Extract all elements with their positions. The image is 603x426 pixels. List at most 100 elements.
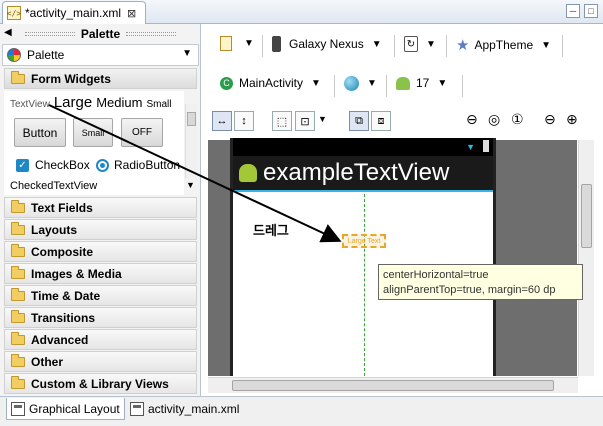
chevron-down-icon: ▼ (367, 78, 377, 89)
checkbox-icon: ✓ (16, 158, 29, 172)
category-other[interactable]: Other (4, 351, 197, 372)
checkbox-label: CheckBox (35, 158, 90, 172)
toggle-layout-button[interactable]: ⧉ (349, 111, 369, 131)
tooltip-line-2: alignParentTop=true, margin=60 dp (383, 284, 556, 296)
toggle-overlay-button[interactable]: ⧈ (371, 111, 391, 131)
folder-icon (11, 265, 25, 279)
gravity-button[interactable]: ⊡ (295, 111, 315, 131)
category-label: Transitions (31, 310, 96, 325)
zoom-fit-icon[interactable]: ⊖ (466, 111, 478, 128)
device-action-bar: exampleTextView (233, 156, 493, 192)
category-label: Custom & Library Views (31, 376, 169, 391)
overlay-icon: ⧈ (377, 114, 385, 127)
palette-large-text[interactable]: Large (54, 94, 92, 111)
android-icon (396, 76, 410, 90)
category-label: Images & Media (31, 266, 122, 281)
category-text-fields[interactable]: Text Fields (4, 197, 197, 218)
center-guide-line (364, 194, 365, 376)
palette-checkedtextview[interactable]: CheckedTextView (10, 180, 97, 192)
category-transitions[interactable]: Transitions (4, 307, 197, 328)
palette-dropdown-label: Palette (27, 48, 65, 62)
locale-selector[interactable]: ▼ (344, 76, 377, 91)
xml-file-icon: </> (7, 6, 21, 20)
activity-label: MainActivity (239, 76, 304, 90)
class-icon: C (220, 76, 233, 90)
tab-graphical-layout[interactable]: Graphical Layout (6, 398, 125, 420)
canvas-vertical-scrollbar[interactable] (578, 140, 594, 376)
fill-width-icon: ↔ (216, 115, 228, 127)
palette-header-title: Palette (80, 27, 121, 41)
layout-icon (11, 401, 25, 416)
zoom-in-icon[interactable]: ⊕ (566, 111, 578, 128)
device-status-bar: ▼ (233, 138, 493, 156)
category-form-widgets[interactable]: Form Widgets (4, 68, 197, 89)
chevron-down-icon[interactable]: ▼ (186, 180, 195, 190)
document-icon (220, 36, 232, 51)
toggle-fill-height-button[interactable]: ↕ (234, 111, 254, 131)
phone-icon (272, 36, 281, 52)
android-app-icon (239, 164, 257, 182)
collapse-arrow-icon[interactable]: ◀ (4, 27, 12, 38)
palette-textview[interactable]: TextView (10, 99, 50, 110)
margins-button[interactable]: ⬚ (272, 111, 292, 131)
canvas-horizontal-scrollbar[interactable] (208, 377, 578, 393)
api-level-selector[interactable]: 17 ▼ (396, 76, 447, 90)
category-time-date[interactable]: Time & Date (4, 285, 197, 306)
star-icon: ★ (456, 37, 470, 54)
toggle-fill-width-button[interactable]: ↔ (212, 111, 232, 131)
category-label: Time & Date (31, 288, 101, 303)
category-images-media[interactable]: Images & Media (4, 263, 197, 284)
palette-small-text[interactable]: Small (146, 99, 171, 110)
folder-icon (11, 221, 25, 235)
app-title: exampleTextView (263, 159, 450, 186)
palette-mode-dropdown[interactable]: Palette ▼ (2, 44, 199, 66)
category-composite[interactable]: Composite (4, 241, 197, 262)
chevron-down-icon: ▼ (371, 38, 382, 50)
drop-target-widget[interactable]: Large Text (342, 234, 386, 248)
chevron-down-icon: ▼ (426, 38, 436, 50)
category-custom-library-views[interactable]: Custom & Library Views (4, 373, 197, 394)
activity-selector[interactable]: C MainActivity ▼ (220, 76, 321, 90)
chevron-down-icon: ▼ (541, 39, 552, 51)
zoom-actual-icon[interactable]: ① (511, 111, 524, 128)
category-layouts[interactable]: Layouts (4, 219, 197, 240)
scrollbar-thumb[interactable] (581, 184, 592, 248)
palette-small-button[interactable]: Small (73, 118, 113, 147)
drag-annotation-label: 드레그 (253, 223, 289, 238)
layout-toggle-icon: ⧉ (355, 114, 363, 127)
zoom-emulate-icon[interactable]: ◎ (488, 111, 500, 128)
category-label: Text Fields (31, 200, 93, 215)
category-label: Other (31, 354, 64, 369)
editor-tab-title: *activity_main.xml (25, 6, 122, 20)
config-file-selector[interactable]: ▼ (220, 36, 254, 51)
api-level-label: 17 (416, 76, 430, 90)
palette-medium-text[interactable]: Medium (96, 95, 142, 110)
rotate-icon: ↻ (404, 36, 418, 52)
tab-xml-source[interactable]: activity_main.xml (126, 398, 243, 420)
palette-button[interactable]: Button (14, 118, 66, 147)
globe-icon (344, 76, 359, 91)
zoom-out-icon[interactable]: ⊖ (544, 111, 556, 128)
orientation-selector[interactable]: ↻ ▼ (404, 36, 436, 52)
chevron-down-icon[interactable]: ▼ (318, 114, 327, 124)
chevron-down-icon: ▼ (182, 48, 192, 59)
device-selector[interactable]: Galaxy Nexus ▼ (272, 36, 382, 52)
scrollbar-thumb[interactable] (232, 380, 554, 391)
maximize-button[interactable]: □ (584, 4, 598, 18)
category-advanced[interactable]: Advanced (4, 329, 197, 350)
folder-icon (11, 309, 25, 323)
radio-label: RadioButton (114, 158, 181, 172)
folder-icon (11, 287, 25, 301)
tab-label: Graphical Layout (29, 401, 120, 416)
palette-radiobutton[interactable]: RadioButton (96, 158, 180, 172)
palette-scrollbar[interactable] (185, 104, 197, 178)
theme-selector[interactable]: ★ AppTheme ▼ (456, 36, 551, 54)
minimize-button[interactable]: ─ (566, 4, 580, 18)
folder-icon (11, 331, 25, 345)
chevron-down-icon: ▼ (244, 38, 254, 49)
palette-checkbox[interactable]: ✓ CheckBox (16, 158, 90, 172)
editor-tab-activity-main[interactable]: </> *activity_main.xml ⊠ (2, 1, 146, 24)
scrollbar-thumb[interactable] (187, 112, 196, 126)
palette-toggle-button[interactable]: OFF (121, 118, 163, 147)
close-tab-icon[interactable]: ⊠ (127, 7, 136, 20)
